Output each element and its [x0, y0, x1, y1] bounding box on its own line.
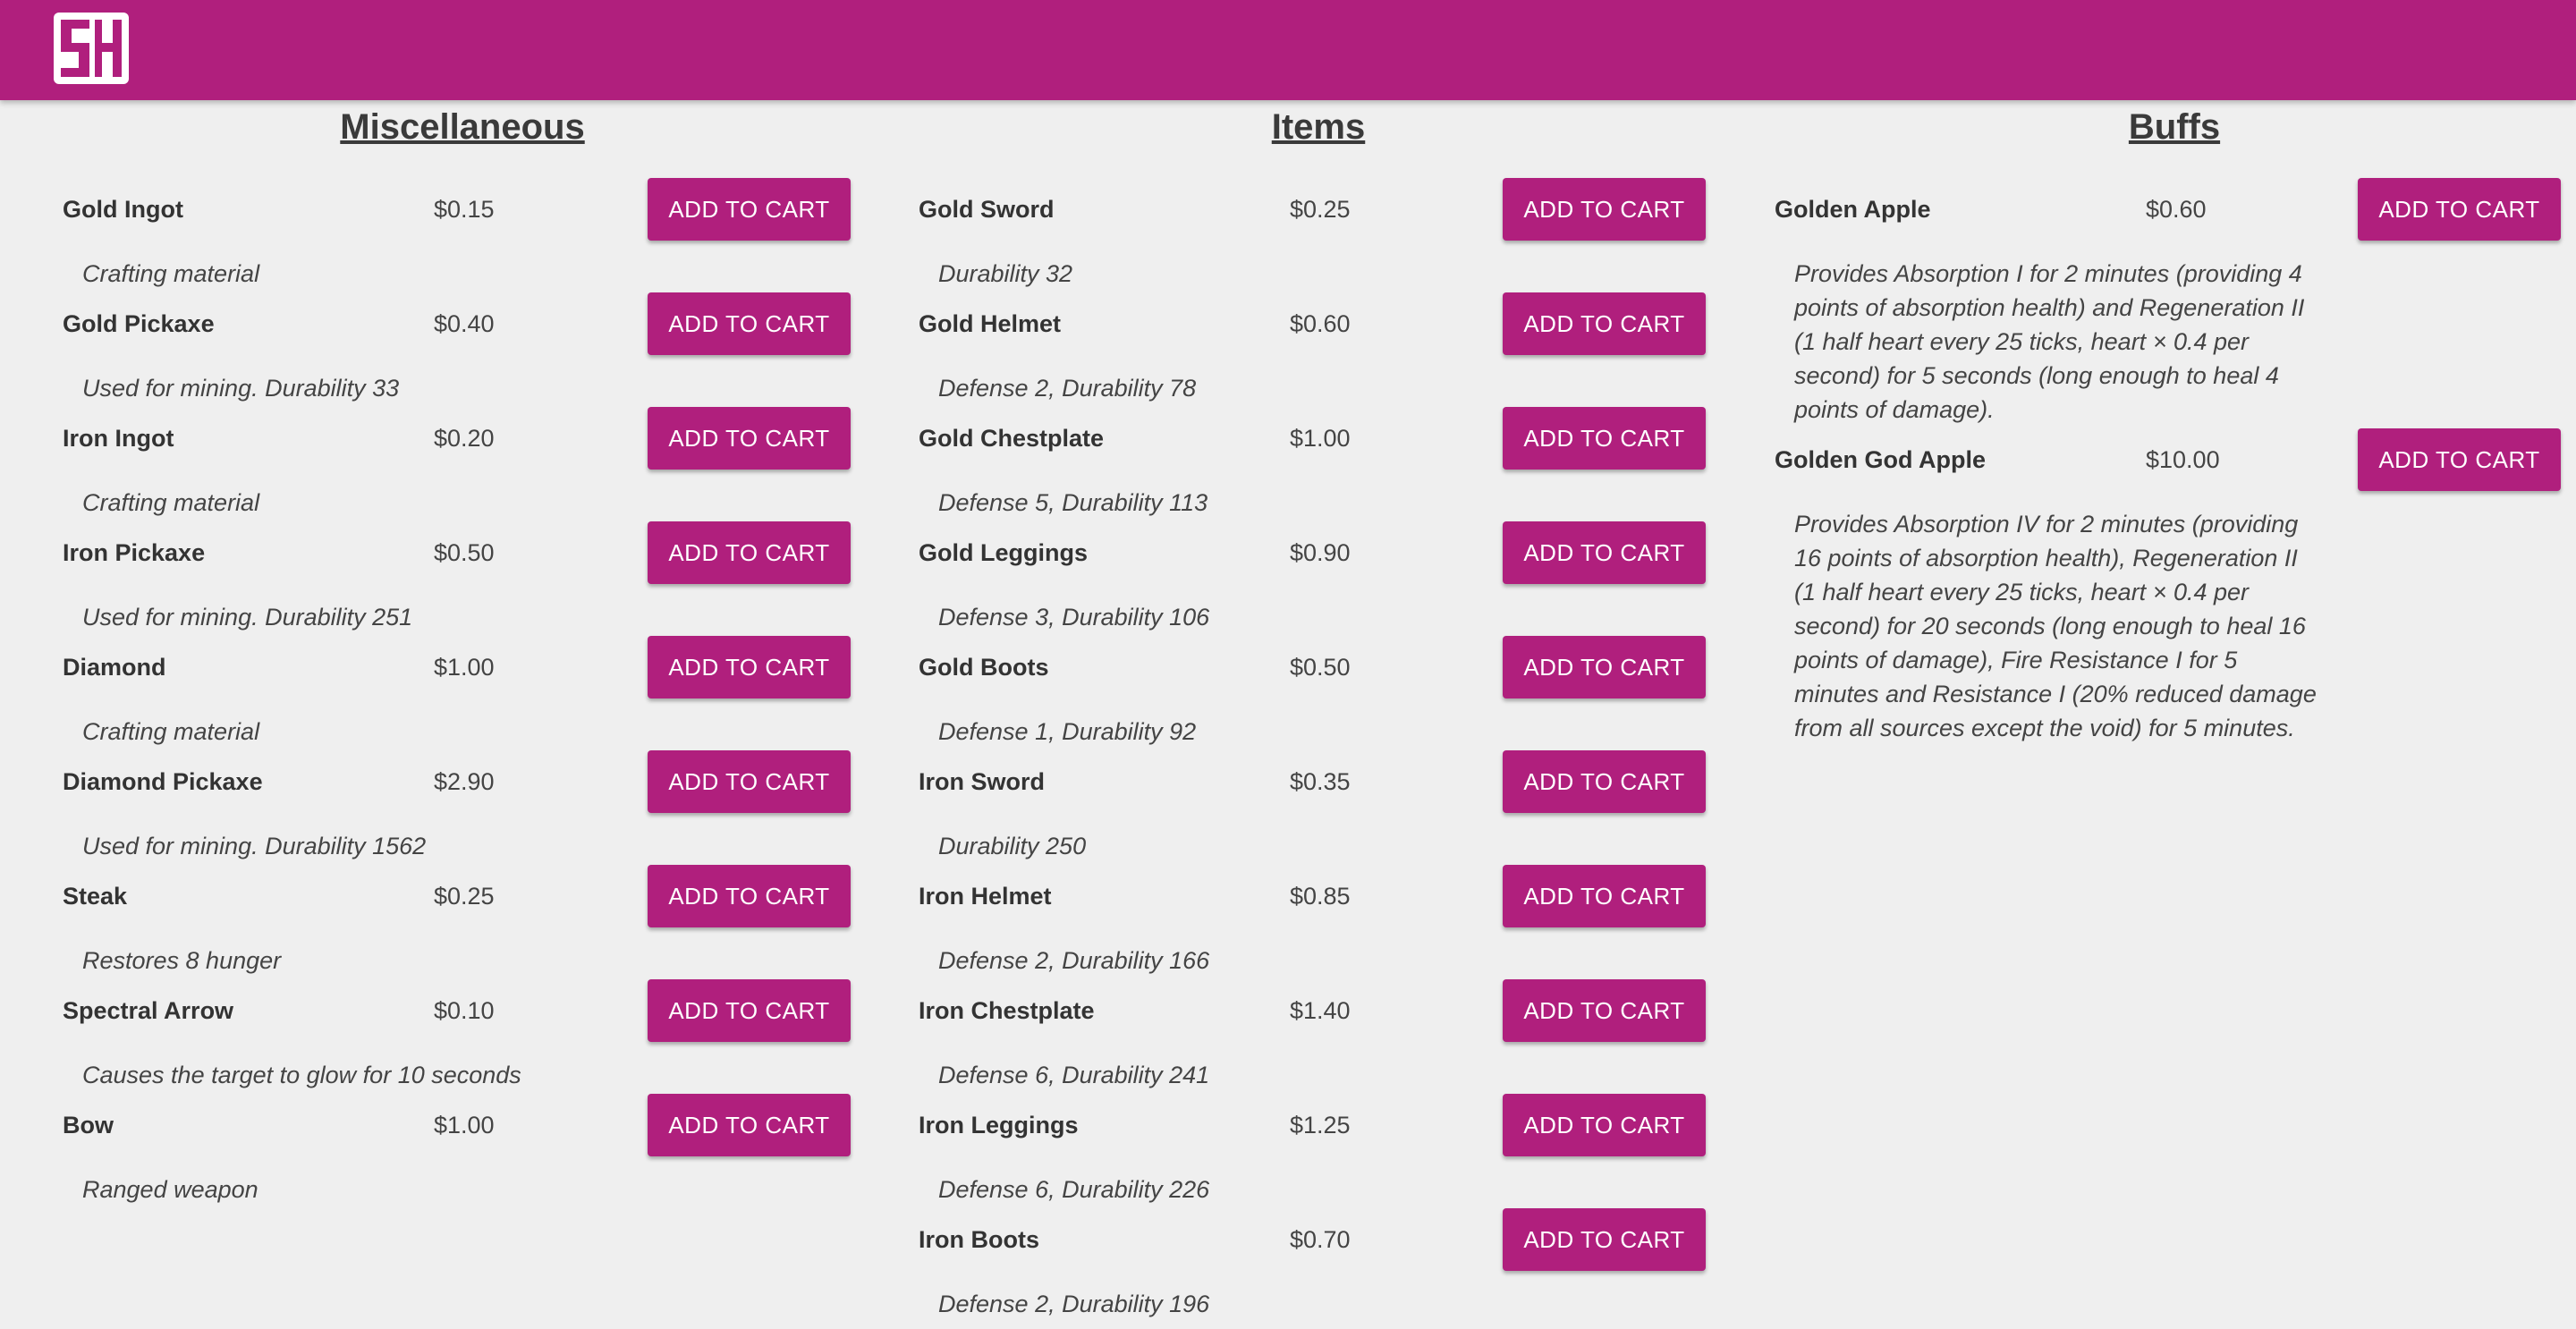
item-description: Durability 32: [938, 260, 1073, 287]
item-description: Crafting material: [82, 718, 260, 745]
item-price: $1.00: [434, 654, 495, 681]
add-to-cart-button[interactable]: ADD TO CART: [1503, 636, 1706, 698]
add-to-cart-button[interactable]: ADD TO CART: [1503, 407, 1706, 470]
column-title: Miscellaneous: [340, 107, 585, 147]
item-price: $0.70: [1290, 1226, 1351, 1253]
item-description: Defense 1, Durability 92: [938, 718, 1197, 745]
add-to-cart-button[interactable]: ADD TO CART: [1503, 865, 1706, 927]
item-name: Gold Ingot: [63, 196, 183, 223]
item-price: $0.25: [1290, 196, 1351, 223]
item-price: $1.25: [1290, 1112, 1351, 1139]
add-to-cart-button[interactable]: ADD TO CART: [1503, 521, 1706, 584]
item-name: Gold Boots: [919, 654, 1049, 681]
item-name: Golden God Apple: [1775, 446, 1986, 473]
item-name: Gold Chestplate: [919, 425, 1105, 452]
item-description: Durability 250: [938, 833, 1087, 859]
item-name: Golden Apple: [1775, 196, 1931, 223]
app-bar: [0, 0, 2576, 100]
item-name: Gold Sword: [919, 196, 1055, 223]
add-to-cart-button[interactable]: ADD TO CART: [1503, 178, 1706, 241]
add-to-cart-button[interactable]: ADD TO CART: [648, 750, 851, 813]
item-name: Gold Pickaxe: [63, 310, 215, 337]
item-description: Defense 2, Durability 78: [938, 375, 1197, 402]
item-price: $0.50: [1290, 654, 1351, 681]
item-description: Used for mining. Durability 33: [82, 375, 400, 402]
add-to-cart-button[interactable]: ADD TO CART: [648, 979, 851, 1042]
item-description: Restores 8 hunger: [82, 947, 282, 974]
item-price: $0.10: [434, 997, 495, 1024]
item-description: Causes the target to glow for 10 seconds: [82, 1062, 521, 1088]
item-price: $0.50: [434, 539, 495, 566]
item-description: Defense 5, Durability 113: [938, 489, 1208, 516]
item-description: Used for mining. Durability 251: [82, 604, 413, 631]
item-name: Gold Helmet: [919, 310, 1062, 337]
add-to-cart-button[interactable]: ADD TO CART: [2358, 178, 2561, 241]
item-name: Iron Leggings: [919, 1112, 1079, 1139]
add-to-cart-button[interactable]: ADD TO CART: [648, 292, 851, 355]
item-description: Provides Absorption IV for 2 minutes (pr…: [1794, 511, 2317, 741]
item-name: Diamond: [63, 654, 166, 681]
add-to-cart-button[interactable]: ADD TO CART: [1503, 292, 1706, 355]
item-price: $0.20: [434, 425, 495, 452]
add-to-cart-button[interactable]: ADD TO CART: [1503, 979, 1706, 1042]
item-price: $2.90: [434, 768, 495, 795]
item-price: $1.00: [434, 1112, 495, 1139]
item-price: $1.40: [1290, 997, 1351, 1024]
item-name: Bow: [63, 1112, 114, 1139]
item-name: Iron Boots: [919, 1226, 1039, 1253]
add-to-cart-button[interactable]: ADD TO CART: [1503, 750, 1706, 813]
item-price: $0.60: [1290, 310, 1351, 337]
item-price: $0.60: [2146, 196, 2207, 223]
item-price: $0.15: [434, 196, 495, 223]
item-description: Used for mining. Durability 1562: [82, 833, 427, 859]
item-price: $0.85: [1290, 883, 1351, 910]
item-name: Iron Chestplate: [919, 997, 1095, 1024]
column-title: Items: [1271, 107, 1366, 147]
column-title: Buffs: [2128, 107, 2221, 147]
item-name: Gold Leggings: [919, 539, 1088, 566]
item-description: Crafting material: [82, 489, 260, 516]
item-description: Defense 3, Durability 106: [938, 604, 1210, 631]
item-name: Iron Helmet: [919, 883, 1052, 910]
item-description: Defense 2, Durability 196: [938, 1291, 1210, 1317]
item-description: Provides Absorption I for 2 minutes (pro…: [1794, 260, 2305, 423]
add-to-cart-button[interactable]: ADD TO CART: [648, 636, 851, 698]
item-name: Iron Ingot: [63, 425, 174, 452]
item-name: Spectral Arrow: [63, 997, 234, 1024]
item-description: Ranged weapon: [82, 1176, 258, 1203]
add-to-cart-button[interactable]: ADD TO CART: [648, 865, 851, 927]
item-price: $0.35: [1290, 768, 1351, 795]
item-name: Steak: [63, 883, 128, 910]
item-price: $1.00: [1290, 425, 1351, 452]
item-description: Defense 6, Durability 226: [938, 1176, 1210, 1203]
item-name: Iron Pickaxe: [63, 539, 206, 566]
add-to-cart-button[interactable]: ADD TO CART: [648, 407, 851, 470]
item-description: Defense 6, Durability 241: [938, 1062, 1210, 1088]
item-price: $0.40: [434, 310, 495, 337]
item-description: Crafting material: [82, 260, 260, 287]
add-to-cart-button[interactable]: ADD TO CART: [2358, 428, 2561, 491]
item-price: $0.90: [1290, 539, 1351, 566]
add-to-cart-button[interactable]: ADD TO CART: [1503, 1094, 1706, 1156]
item-price: $10.00: [2146, 446, 2220, 473]
add-to-cart-button[interactable]: ADD TO CART: [648, 178, 851, 241]
add-to-cart-button[interactable]: ADD TO CART: [648, 521, 851, 584]
item-name: Iron Sword: [919, 768, 1045, 795]
item-price: $0.25: [434, 883, 495, 910]
item-description: Defense 2, Durability 166: [938, 947, 1210, 974]
item-name: Diamond Pickaxe: [63, 768, 263, 795]
logo-icon[interactable]: [54, 13, 129, 84]
add-to-cart-button[interactable]: ADD TO CART: [1503, 1208, 1706, 1271]
add-to-cart-button[interactable]: ADD TO CART: [648, 1094, 851, 1156]
